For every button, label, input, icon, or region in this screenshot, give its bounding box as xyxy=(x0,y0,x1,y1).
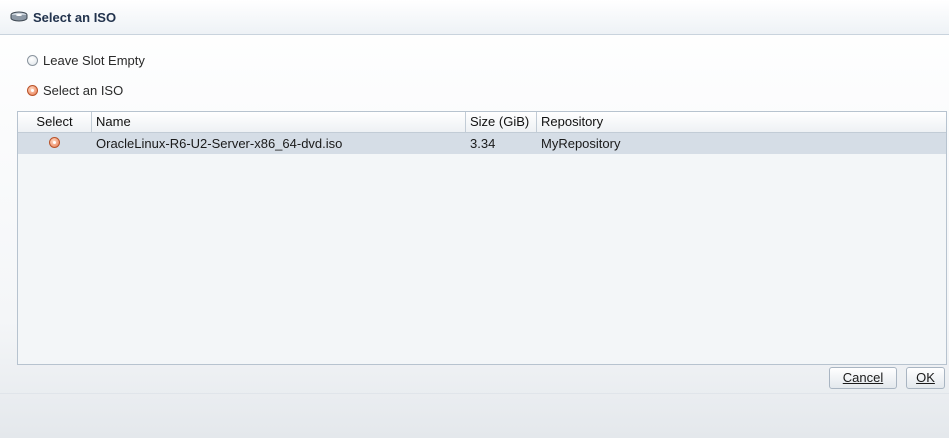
leave-slot-empty-radio[interactable] xyxy=(27,54,38,66)
iso-repository-cell: MyRepository xyxy=(541,136,621,151)
column-header-name[interactable]: Name xyxy=(92,112,466,132)
ok-button[interactable]: OK xyxy=(906,367,945,389)
cancel-button[interactable]: Cancel xyxy=(829,367,897,389)
select-iso-option[interactable]: Select an ISO xyxy=(27,82,123,98)
leave-slot-empty-label[interactable]: Leave Slot Empty xyxy=(43,53,145,68)
iso-name-cell: OracleLinux-R6-U2-Server-x86_64-dvd.iso xyxy=(96,136,343,151)
table-row[interactable]: OracleLinux-R6-U2-Server-x86_64-dvd.iso … xyxy=(18,133,946,154)
row-select-radio[interactable] xyxy=(49,137,60,148)
select-iso-radio[interactable] xyxy=(27,84,38,96)
row-select-cell[interactable] xyxy=(18,133,92,154)
table-header: Select Name Size (GiB) Repository xyxy=(18,112,946,133)
leave-slot-empty-option[interactable]: Leave Slot Empty xyxy=(27,52,145,68)
column-header-size[interactable]: Size (GiB) xyxy=(466,112,537,132)
select-iso-dialog: Select an ISO Leave Slot Empty Select an… xyxy=(0,0,949,438)
dialog-title-bar: Select an ISO xyxy=(0,0,949,35)
select-iso-label[interactable]: Select an ISO xyxy=(43,83,123,98)
iso-size-cell: 3.34 xyxy=(470,136,496,151)
footer-divider xyxy=(0,393,949,394)
column-header-select[interactable]: Select xyxy=(18,112,92,132)
column-header-repository[interactable]: Repository xyxy=(537,112,946,132)
iso-table: Select Name Size (GiB) Repository Oracle… xyxy=(17,111,947,365)
disc-drive-icon xyxy=(10,11,28,23)
dialog-title: Select an ISO xyxy=(33,10,117,25)
